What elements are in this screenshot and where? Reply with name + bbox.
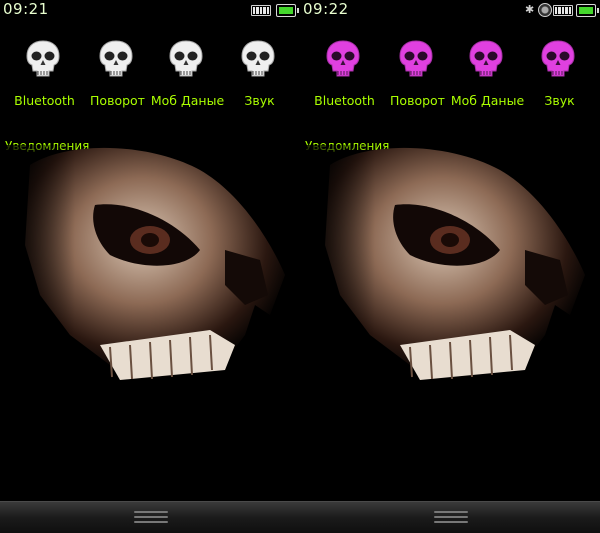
skull-icon — [469, 40, 503, 77]
status-bar: 09:22 ✱ — [300, 0, 600, 22]
toggle-label: Звук — [244, 93, 275, 108]
clock: 09:21 — [3, 0, 49, 18]
skull-icon — [169, 40, 203, 77]
skull-icon — [99, 40, 133, 77]
skull-wallpaper — [0, 145, 300, 495]
skull-icon — [326, 40, 360, 77]
quick-toggles: Bluetooth Поворот Моб Даные Звук — [0, 38, 300, 118]
phone-screen-right: 09:22 ✱ Bluetooth Поворот Моб Даные Звук — [300, 0, 600, 533]
clock: 09:22 — [303, 0, 349, 18]
toggle-sound[interactable]: Звук — [522, 38, 597, 113]
battery-icon — [576, 4, 599, 17]
navigation-bar — [300, 501, 600, 533]
signal-icon — [251, 5, 271, 16]
quick-toggles: Bluetooth Поворот Моб Даные Звук — [300, 38, 600, 118]
bluetooth-icon: ✱ — [525, 3, 535, 16]
battery-icon — [276, 4, 299, 17]
navigation-bar — [0, 501, 300, 533]
skull-icon — [399, 40, 433, 77]
phone-screen-left: 09:21 Bluetooth Поворот Моб Даные Звук — [0, 0, 300, 533]
status-bar: 09:21 — [0, 0, 300, 22]
network-icon — [538, 3, 552, 17]
skull-wallpaper — [300, 145, 600, 495]
notification-drag-handle[interactable] — [434, 511, 468, 524]
skull-icon — [541, 40, 575, 77]
skull-icon — [26, 40, 60, 77]
toggle-label: Звук — [544, 93, 575, 108]
skull-icon — [241, 40, 275, 77]
notification-drag-handle[interactable] — [134, 511, 168, 524]
toggle-sound[interactable]: Звук — [222, 38, 297, 113]
signal-icon — [553, 5, 573, 16]
